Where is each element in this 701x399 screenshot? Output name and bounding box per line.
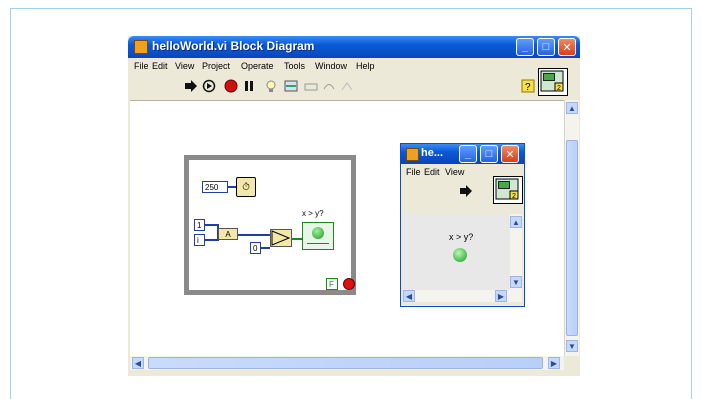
wire	[205, 224, 217, 226]
minimize-button[interactable]: _	[459, 145, 477, 163]
svg-text:2: 2	[512, 193, 516, 200]
menu-tools[interactable]: Tools	[284, 61, 305, 71]
menu-operate[interactable]: Operate	[241, 61, 274, 71]
vertical-scrollbar[interactable]: ▲ ▼	[564, 100, 579, 356]
and-function[interactable]: A	[218, 228, 238, 240]
menu-file[interactable]: File	[134, 61, 149, 71]
scroll-left-arrow-icon[interactable]: ◀	[132, 357, 144, 369]
stop-false-constant[interactable]: F	[326, 278, 338, 290]
close-button[interactable]: ✕	[558, 38, 576, 56]
wait-timer-icon[interactable]: ⏱	[236, 177, 256, 197]
wire	[228, 186, 236, 188]
vertical-scrollbar[interactable]: ▲ ▼	[510, 214, 522, 290]
indicator-label: x > y?	[302, 209, 324, 218]
pause-icon[interactable]	[242, 79, 256, 93]
indicator-label: x > y?	[449, 232, 474, 242]
scroll-right-arrow-icon[interactable]: ▶	[495, 290, 507, 302]
menu-bar: File Edit View Project Operate Tools Win…	[128, 58, 580, 76]
constant-one[interactable]: 1	[194, 219, 205, 231]
vi-connector-icon[interactable]: 2	[493, 176, 523, 204]
svg-text:?: ?	[525, 82, 531, 93]
retain-wire-values-icon[interactable]	[284, 79, 298, 93]
vertical-scroll-thumb[interactable]	[566, 140, 578, 336]
wire	[261, 247, 270, 249]
zero-constant[interactable]: 0	[250, 242, 261, 254]
boolean-wire	[292, 238, 302, 240]
scroll-left-arrow-icon[interactable]: ◀	[403, 290, 415, 302]
menu-help[interactable]: Help	[356, 61, 375, 71]
scroll-down-arrow-icon[interactable]: ▼	[510, 276, 522, 288]
maximize-button[interactable]: □	[537, 38, 555, 56]
menu-edit[interactable]: Edit	[424, 167, 440, 177]
title-bar[interactable]: helloWorld.vi Block Diagram _ □ ✕	[128, 36, 580, 58]
labview-icon	[406, 148, 419, 161]
and-symbol: A	[225, 229, 231, 239]
toolbar: ?	[128, 76, 580, 98]
boolean-indicator-terminal[interactable]	[302, 222, 334, 250]
highlight-execution-icon[interactable]	[264, 79, 278, 93]
menu-edit[interactable]: Edit	[152, 61, 168, 71]
close-button[interactable]: ✕	[501, 145, 519, 163]
front-panel-canvas[interactable]: x > y?	[403, 214, 510, 290]
maximize-button[interactable]: □	[480, 145, 498, 163]
window-title: helloWorld.vi Block Diagram	[152, 39, 315, 53]
menu-view[interactable]: View	[445, 167, 464, 177]
step-out-icon[interactable]	[340, 79, 354, 93]
labview-icon	[134, 40, 148, 54]
greater-than-function[interactable]	[270, 229, 292, 247]
stop-condition-icon[interactable]	[343, 278, 355, 290]
iteration-terminal[interactable]: i	[194, 234, 205, 246]
wire	[205, 239, 217, 241]
run-arrow-icon[interactable]	[184, 79, 198, 93]
horizontal-scrollbar[interactable]: ◀ ▶	[403, 290, 522, 302]
led-icon	[312, 227, 324, 239]
abort-icon[interactable]	[224, 79, 238, 93]
menu-file[interactable]: File	[406, 167, 421, 177]
scroll-up-arrow-icon[interactable]: ▲	[510, 216, 522, 228]
horizontal-scrollbar[interactable]: ◀ ▶	[130, 356, 564, 370]
scroll-up-arrow-icon[interactable]: ▲	[566, 102, 578, 114]
menu-project[interactable]: Project	[202, 61, 230, 71]
front-panel-window: he... _ □ ✕ File Edit View 2 x > y? ▲ ▼ …	[400, 143, 525, 307]
step-over-icon[interactable]	[322, 79, 336, 93]
front-panel-title: he...	[421, 147, 444, 159]
scroll-down-arrow-icon[interactable]: ▼	[566, 340, 578, 352]
help-icon[interactable]: ?	[521, 79, 535, 93]
terminal-bottom	[307, 243, 329, 248]
wait-ms-constant[interactable]: 250	[202, 181, 228, 193]
menu-view[interactable]: View	[175, 61, 194, 71]
boolean-led-indicator	[453, 248, 467, 262]
run-arrow-icon[interactable]	[459, 184, 473, 198]
vi-connector-icon[interactable]: 2	[538, 68, 568, 96]
horizontal-scroll-thumb[interactable]	[148, 357, 543, 369]
menu-window[interactable]: Window	[315, 61, 347, 71]
svg-text:2: 2	[557, 85, 561, 92]
front-panel-title-bar[interactable]: he... _ □ ✕	[401, 144, 524, 164]
step-into-icon[interactable]	[304, 79, 318, 93]
minimize-button[interactable]: _	[516, 38, 534, 56]
wire	[238, 234, 270, 236]
scroll-right-arrow-icon[interactable]: ▶	[548, 357, 560, 369]
run-continuously-icon[interactable]	[202, 79, 216, 93]
